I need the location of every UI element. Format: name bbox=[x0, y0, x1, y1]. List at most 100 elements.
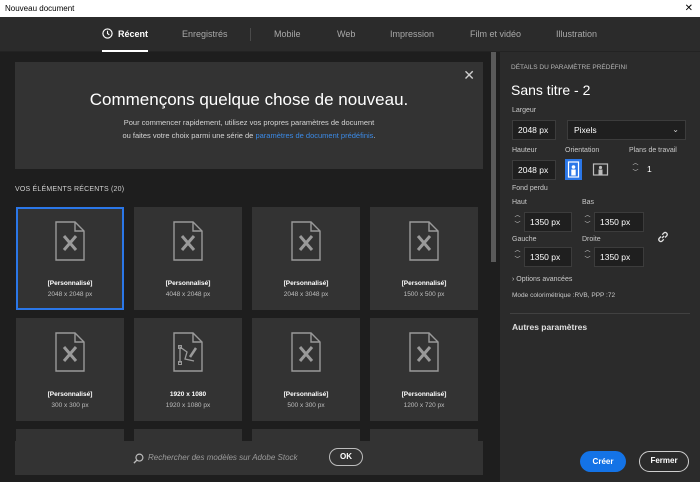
recent-item-name: [Personnalisé] bbox=[283, 391, 329, 398]
recent-item-size: 1920 x 1080 px bbox=[165, 402, 211, 409]
window-titlebar: Nouveau document ✕ bbox=[0, 0, 700, 17]
color-mode-summary: Mode colorimétrique :RVB, PPP :72 bbox=[512, 292, 616, 299]
bleed-right-label: Droite bbox=[582, 236, 601, 243]
tab-film-video[interactable]: Film et vidéo bbox=[470, 17, 521, 52]
recent-item-name: [Personnalisé] bbox=[47, 391, 93, 398]
welcome-banner: ✕ Commençons quelque chose de nouveau. P… bbox=[15, 62, 483, 169]
preset-tabs-bar: Récent Enregistrés Mobile Web Impression… bbox=[0, 17, 700, 52]
bleed-top-input[interactable]: 1350 px bbox=[524, 212, 572, 232]
custom-doc-icon bbox=[291, 332, 321, 372]
height-label: Hauteur bbox=[512, 147, 537, 154]
recent-item-card[interactable]: [Personnalisé] 300 x 300 px bbox=[16, 318, 124, 421]
tab-illustration[interactable]: Illustration bbox=[556, 17, 597, 52]
recent-item-card[interactable] bbox=[370, 429, 478, 441]
recent-item-card[interactable] bbox=[16, 429, 124, 441]
illustration-doc-icon bbox=[173, 332, 203, 372]
tab-web[interactable]: Web bbox=[337, 17, 355, 52]
presets-scrollbar[interactable] bbox=[491, 52, 496, 262]
bleed-bottom-label: Bas bbox=[582, 199, 595, 206]
search-ok-button[interactable]: OK bbox=[329, 448, 363, 466]
recent-item-size: 500 x 300 px bbox=[287, 402, 325, 409]
recent-item-name: [Personnalisé] bbox=[283, 280, 329, 287]
chevron-down-icon: ⌄ bbox=[672, 125, 679, 134]
recent-item-name: [Personnalisé] bbox=[165, 280, 211, 287]
recent-item-size: 2048 x 3048 px bbox=[283, 291, 329, 298]
welcome-line-2-prefix: ou faites votre choix parmi une série de bbox=[122, 131, 256, 140]
width-label: Largeur bbox=[512, 107, 537, 114]
welcome-line-2-suffix: . bbox=[373, 131, 376, 140]
advanced-options-label: Options avancées bbox=[516, 276, 573, 283]
landscape-orientation-button[interactable] bbox=[592, 159, 609, 180]
preset-details-panel: DÉTAILS DU PARAMÈTRE PRÉDÉFINI Sans titr… bbox=[500, 52, 700, 482]
bleed-label: Fond perdu bbox=[512, 185, 548, 192]
custom-doc-icon bbox=[55, 221, 85, 261]
orientation-label: Orientation bbox=[565, 147, 600, 154]
recent-item-card[interactable]: [Personnalisé] 2048 x 3048 px bbox=[252, 207, 360, 310]
details-heading: DÉTAILS DU PARAMÈTRE PRÉDÉFINI bbox=[511, 64, 628, 71]
artboards-label: Plans de travail bbox=[629, 147, 677, 154]
bleed-top-label: Haut bbox=[512, 199, 527, 206]
stock-search-input[interactable]: Rechercher des modèles sur Adobe Stock bbox=[148, 453, 298, 462]
tab-saved[interactable]: Enregistrés bbox=[182, 17, 228, 52]
presets-link[interactable]: paramètres de document prédéfinis bbox=[255, 131, 373, 140]
close-banner-icon[interactable]: ✕ bbox=[463, 67, 475, 84]
bleed-bottom-stepper[interactable]: ︿ ﹀ bbox=[583, 212, 592, 232]
link-icon[interactable] bbox=[656, 230, 670, 244]
bleed-left-stepper[interactable]: ︿ ﹀ bbox=[513, 247, 522, 267]
recent-item-size: 300 x 300 px bbox=[51, 402, 89, 409]
bleed-bottom-input[interactable]: 1350 px bbox=[594, 212, 644, 232]
recent-item-size: 1200 x 720 px bbox=[403, 402, 445, 409]
recent-item-size: 2048 x 2048 px bbox=[47, 291, 93, 298]
create-button[interactable]: Créer bbox=[580, 451, 626, 472]
height-input[interactable]: 2048 px bbox=[512, 160, 556, 180]
custom-doc-icon bbox=[409, 332, 439, 372]
clock-icon bbox=[102, 28, 113, 39]
document-name-field[interactable]: Sans titre - 2 bbox=[511, 82, 590, 98]
custom-doc-icon bbox=[173, 221, 203, 261]
recent-item-card[interactable]: 1920 x 1080 1920 x 1080 px bbox=[134, 318, 242, 421]
portrait-orientation-button[interactable] bbox=[565, 159, 582, 180]
recent-item-card[interactable] bbox=[252, 429, 360, 441]
recent-item-card[interactable] bbox=[134, 429, 242, 441]
tab-divider bbox=[250, 28, 251, 41]
recent-item-name: 1920 x 1080 bbox=[169, 391, 207, 398]
presets-panel: ✕ Commençons quelque chose de nouveau. P… bbox=[0, 52, 496, 482]
close-button[interactable]: Fermer bbox=[639, 451, 689, 472]
stock-search-bar: Rechercher des modèles sur Adobe Stock O… bbox=[15, 441, 483, 475]
recent-item-name: [Personnalisé] bbox=[47, 280, 93, 287]
recent-item-card[interactable]: [Personnalisé] 4048 x 2048 px bbox=[134, 207, 242, 310]
advanced-options-toggle[interactable]: › Options avancées bbox=[512, 276, 572, 283]
recent-item-card[interactable]: [Personnalisé] 2048 x 2048 px bbox=[16, 207, 124, 310]
welcome-line-1: Pour commencer rapidement, utilisez vos … bbox=[123, 118, 375, 127]
custom-doc-icon bbox=[291, 221, 321, 261]
bleed-left-label: Gauche bbox=[512, 236, 537, 243]
tab-mobile[interactable]: Mobile bbox=[274, 17, 301, 52]
window-close-icon[interactable]: ✕ bbox=[685, 0, 693, 17]
custom-doc-icon bbox=[55, 332, 85, 372]
tab-recent[interactable]: Récent bbox=[102, 17, 149, 52]
recent-item-name: [Personnalisé] bbox=[401, 280, 447, 287]
unit-select[interactable]: Pixels ⌄ bbox=[567, 120, 686, 140]
more-settings-link[interactable]: Autres paramètres bbox=[512, 322, 587, 332]
search-icon bbox=[133, 453, 144, 464]
recent-item-size: 4048 x 2048 px bbox=[165, 291, 211, 298]
tab-recent-label: Récent bbox=[118, 29, 149, 39]
bleed-left-input[interactable]: 1350 px bbox=[524, 247, 572, 267]
recent-item-card[interactable]: [Personnalisé] 1500 x 500 px bbox=[370, 207, 478, 310]
bleed-right-stepper[interactable]: ︿ ﹀ bbox=[583, 247, 592, 267]
artboards-stepper[interactable]: ︿ ﹀ bbox=[631, 160, 640, 180]
chevron-right-icon: › bbox=[512, 276, 515, 283]
width-input[interactable]: 2048 px bbox=[512, 120, 556, 140]
bleed-top-stepper[interactable]: ︿ ﹀ bbox=[513, 212, 522, 232]
welcome-title: Commençons quelque chose de nouveau. bbox=[89, 90, 409, 109]
recent-item-name: [Personnalisé] bbox=[401, 391, 447, 398]
window-title: Nouveau document bbox=[5, 4, 75, 13]
bleed-right-input[interactable]: 1350 px bbox=[594, 247, 644, 267]
recent-item-size: 1500 x 500 px bbox=[403, 291, 445, 298]
recent-items-heading: VOS ÉLÉMENTS RÉCENTS (20) bbox=[15, 186, 125, 193]
artboards-input[interactable]: 1 bbox=[642, 160, 686, 180]
recent-item-card[interactable]: [Personnalisé] 500 x 300 px bbox=[252, 318, 360, 421]
portrait-icon bbox=[567, 161, 580, 178]
recent-item-card[interactable]: [Personnalisé] 1200 x 720 px bbox=[370, 318, 478, 421]
tab-print[interactable]: Impression bbox=[390, 17, 434, 52]
